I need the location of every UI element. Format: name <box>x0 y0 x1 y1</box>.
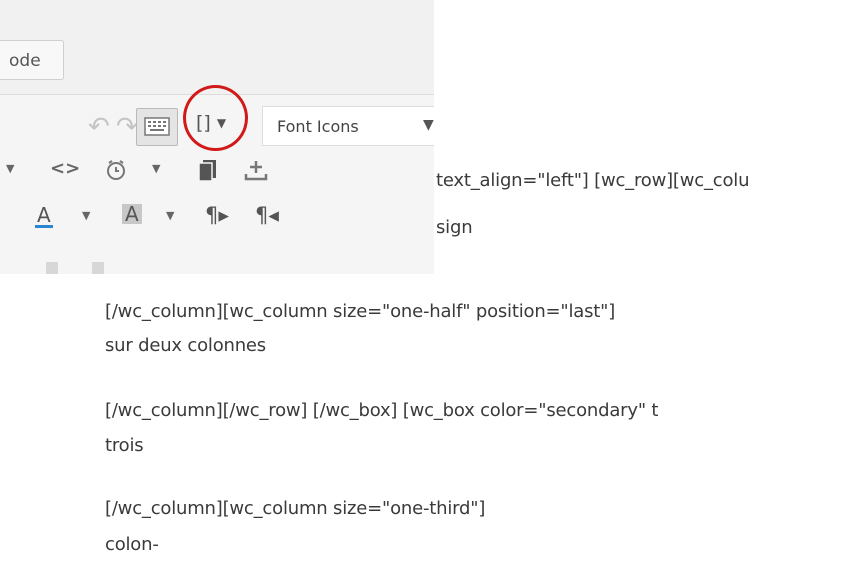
toolbar-row-2: ▼ <> ▼ <box>0 150 434 195</box>
chevron-down-icon[interactable]: ▼ <box>82 210 90 221</box>
ltr-paragraph-icon[interactable]: ¶▸ <box>205 205 229 226</box>
chevron-down-icon[interactable]: ▼ <box>152 163 160 174</box>
chevron-down-icon[interactable]: ▼ <box>6 163 14 174</box>
text-color-icon[interactable]: A <box>35 205 53 228</box>
toolbar-row-partial <box>46 262 58 274</box>
redo-icon[interactable]: ↷ <box>116 114 138 140</box>
undo-icon[interactable]: ↶ <box>88 114 110 140</box>
editor-tab-strip: ode <box>0 0 434 95</box>
content-line: [/wc_column][/wc_row] [/wc_box] [wc_box … <box>105 400 659 421</box>
keyboard-icon <box>144 117 170 136</box>
content-line: sur deux colonnes <box>105 335 266 356</box>
highlight-circle <box>183 85 248 151</box>
copy-icon[interactable] <box>196 157 220 183</box>
clock-icon[interactable] <box>104 158 128 182</box>
content-line: text_align="left"] [wc_row][wc_colu <box>436 170 750 191</box>
content-line: [/wc_column][wc_column size="one-third"] <box>105 498 486 519</box>
content-line: colon- <box>105 534 159 555</box>
insert-icon[interactable] <box>242 156 270 184</box>
chevron-down-icon: ▼ <box>423 117 434 133</box>
code-icon[interactable]: <> <box>50 160 80 178</box>
toolbar-row-3: A ▼ A ▼ ¶▸ ¶◂ <box>0 195 434 240</box>
content-line: trois <box>105 435 144 456</box>
toolbar-row-partial <box>92 262 104 274</box>
content-line: sign <box>436 217 473 238</box>
font-icons-select-label: Font Icons <box>277 117 359 136</box>
background-color-icon[interactable]: A <box>122 204 142 224</box>
font-icons-select[interactable]: Font Icons ▼ <box>262 106 434 146</box>
code-tab[interactable]: ode <box>0 40 64 80</box>
toolbar-toggle-button[interactable] <box>136 108 178 146</box>
editor-toolbar: ode ↶ ↷ [] ▼ Font Icons ▼ ▼ <> ▼ A ▼ A ▼… <box>0 0 434 274</box>
content-line: [/wc_column][wc_column size="one-half" p… <box>105 301 616 322</box>
chevron-down-icon[interactable]: ▼ <box>166 210 174 221</box>
rtl-paragraph-icon[interactable]: ¶◂ <box>255 205 279 226</box>
